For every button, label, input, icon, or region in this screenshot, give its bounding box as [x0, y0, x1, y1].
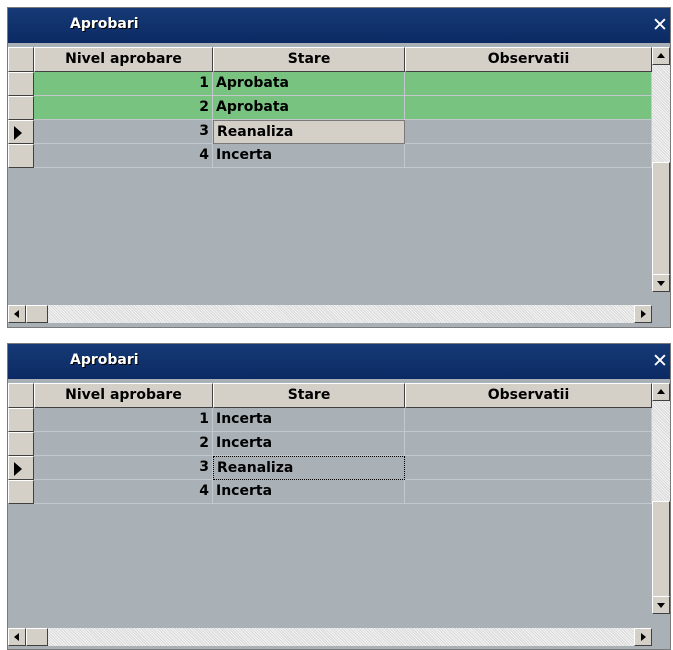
scroll-up-button[interactable] [652, 383, 670, 401]
observatii-cell[interactable] [405, 120, 652, 144]
title-bar[interactable]: Aprobari ✕ [8, 8, 670, 43]
scroll-down-button[interactable] [652, 596, 670, 614]
nivel-cell[interactable]: 3 [34, 120, 213, 144]
arrow-right-icon [641, 633, 646, 641]
vertical-scrollbar[interactable] [652, 383, 670, 614]
table-row[interactable]: 4 Incerta [8, 480, 652, 504]
nivel-cell[interactable]: 1 [34, 408, 213, 432]
window-title: Aprobari [70, 352, 139, 368]
nivel-cell[interactable]: 4 [34, 144, 213, 168]
header-row: Nivel aprobare Stare Observatii [8, 383, 652, 408]
nivel-cell[interactable]: 4 [34, 480, 213, 504]
scroll-right-button[interactable] [634, 305, 652, 323]
vertical-scrollbar[interactable] [652, 47, 670, 292]
row-selector[interactable] [8, 96, 34, 120]
column-header-nivel-aprobare[interactable]: Nivel aprobare [34, 47, 213, 72]
column-header-observatii[interactable]: Observatii [405, 47, 652, 72]
header-row: Nivel aprobare Stare Observatii [8, 47, 652, 72]
horizontal-scrollbar[interactable] [8, 305, 652, 323]
row-selector[interactable] [8, 456, 34, 480]
scroll-left-button[interactable] [8, 305, 26, 323]
row-selector[interactable] [8, 432, 34, 456]
table-row[interactable]: 4 Incerta [8, 144, 652, 168]
arrow-left-icon [14, 633, 19, 641]
arrow-right-icon [641, 310, 646, 318]
nivel-cell[interactable]: 2 [34, 96, 213, 120]
stare-cell[interactable]: Incerta [213, 408, 405, 432]
nivel-cell[interactable]: 1 [34, 72, 213, 96]
horizontal-scroll-thumb[interactable] [26, 628, 48, 646]
observatii-cell[interactable] [405, 96, 652, 120]
table-row[interactable]: 2 Incerta [8, 432, 652, 456]
stare-cell[interactable]: Incerta [213, 144, 405, 168]
stare-edit-cell[interactable]: Reanaliza [213, 120, 405, 144]
close-icon[interactable]: ✕ [652, 352, 668, 371]
table-row[interactable]: 1 Aprobata [8, 72, 652, 96]
stare-cell[interactable]: Incerta [213, 432, 405, 456]
arrow-down-icon [657, 603, 665, 608]
column-header-stare[interactable]: Stare [213, 47, 405, 72]
arrow-up-icon [657, 53, 665, 58]
observatii-cell[interactable] [405, 144, 652, 168]
scroll-right-button[interactable] [634, 628, 652, 646]
table-row[interactable]: 1 Incerta [8, 408, 652, 432]
column-header-observatii[interactable]: Observatii [405, 383, 652, 408]
scrollbar-corner [652, 305, 670, 323]
nivel-cell[interactable]: 3 [34, 456, 213, 480]
observatii-cell[interactable] [405, 456, 652, 480]
column-header-nivel-aprobare[interactable]: Nivel aprobare [34, 383, 213, 408]
observatii-cell[interactable] [405, 72, 652, 96]
table-row-current[interactable]: 3 Reanaliza [8, 456, 652, 480]
arrow-down-icon [657, 281, 665, 286]
scroll-left-button[interactable] [8, 628, 26, 646]
stare-cell[interactable]: Aprobata [213, 96, 405, 120]
window-title: Aprobari [70, 16, 139, 32]
row-selector[interactable] [8, 408, 34, 432]
arrow-left-icon [14, 310, 19, 318]
observatii-cell[interactable] [405, 480, 652, 504]
arrow-up-icon [657, 389, 665, 394]
stare-cell[interactable]: Incerta [213, 480, 405, 504]
horizontal-scrollbar[interactable] [8, 628, 652, 646]
title-bar[interactable]: Aprobari ✕ [8, 344, 670, 379]
observatii-cell[interactable] [405, 408, 652, 432]
horizontal-scroll-thumb[interactable] [26, 305, 48, 323]
row-selector-header[interactable] [8, 47, 34, 72]
scroll-up-button[interactable] [652, 47, 670, 65]
nivel-cell[interactable]: 2 [34, 432, 213, 456]
stare-cell[interactable]: Aprobata [213, 72, 405, 96]
table-row-current[interactable]: 3 Reanaliza [8, 120, 652, 144]
row-selector[interactable] [8, 72, 34, 96]
row-selector[interactable] [8, 480, 34, 504]
current-row-pointer-icon [14, 126, 22, 140]
row-selector[interactable] [8, 120, 34, 144]
close-icon[interactable]: ✕ [652, 16, 668, 35]
vertical-scroll-thumb[interactable] [652, 162, 670, 278]
scrollbar-corner [652, 628, 670, 646]
row-selector-header[interactable] [8, 383, 34, 408]
current-row-pointer-icon [14, 462, 22, 476]
table-row[interactable]: 2 Aprobata [8, 96, 652, 120]
row-selector[interactable] [8, 144, 34, 168]
column-header-stare[interactable]: Stare [213, 383, 405, 408]
approvals-window-2: Aprobari ✕ Nivel aprobare Stare Observat… [7, 343, 671, 650]
approvals-window-1: Aprobari ✕ Nivel aprobare Stare Observat… [7, 7, 671, 328]
observatii-cell[interactable] [405, 432, 652, 456]
stare-focus-cell[interactable]: Reanaliza [213, 456, 405, 480]
scroll-down-button[interactable] [652, 274, 670, 292]
